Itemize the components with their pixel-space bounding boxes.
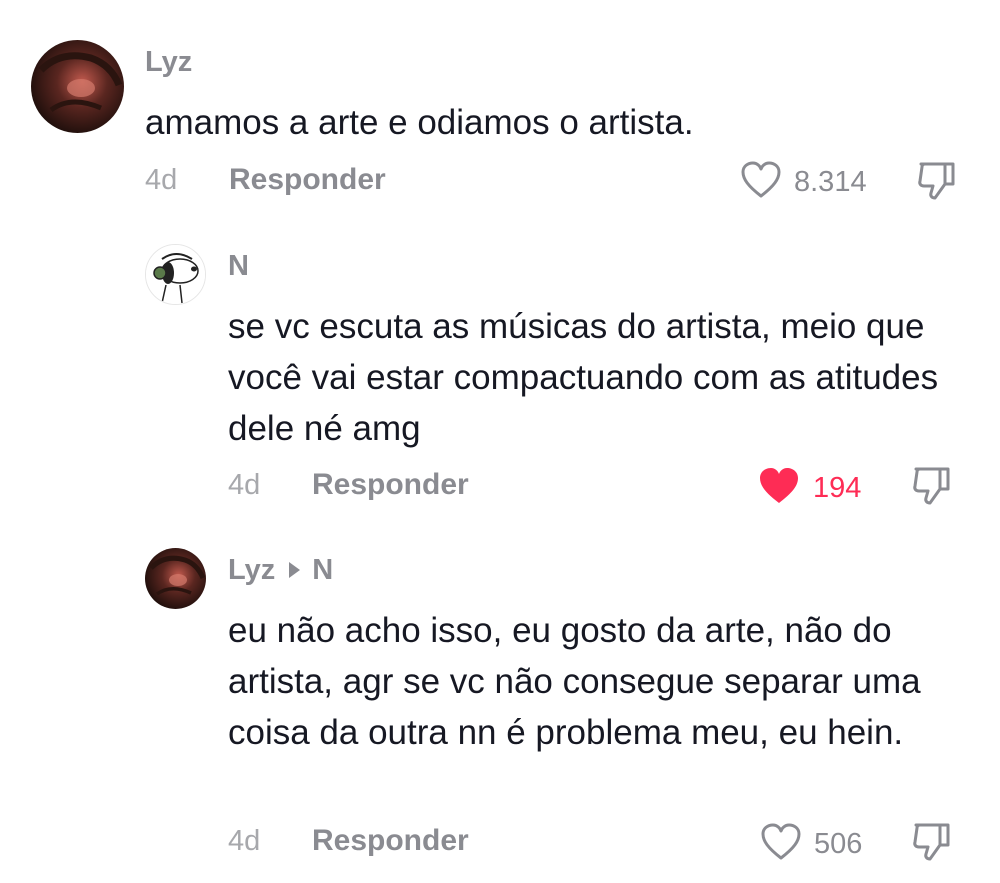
avatar[interactable] [145,548,206,609]
reply-button[interactable]: Responder [312,468,469,502]
comment-text: se vc escuta as músicas do artista, meio… [228,307,939,448]
comment-text: eu não acho isso, eu gosto da arte, não … [228,611,921,752]
username[interactable]: N [228,250,249,283]
thumbs-down-icon [915,162,959,206]
like-count: 506 [814,828,863,860]
username[interactable]: Lyz [145,46,192,79]
comment-timestamp: 4d [145,164,178,196]
thumbs-down-icon [910,823,954,867]
reply-button[interactable]: Responder [229,163,386,197]
dislike-button[interactable] [910,821,954,868]
thumbs-down-icon [910,467,954,511]
reply-to-username[interactable]: N [312,554,333,586]
username[interactable]: Lyz [228,554,275,586]
comment-timestamp: 4d [228,469,261,501]
avatar[interactable] [31,40,124,133]
like-button[interactable]: 8.314 [740,160,867,205]
comment-timestamp: 4d [228,825,261,857]
like-button[interactable]: 194 [757,466,861,511]
like-count: 8.314 [794,166,867,198]
username-with-reply: Lyz N [228,554,333,587]
triangle-right-icon [289,561,301,578]
like-button[interactable]: 506 [760,822,862,867]
comment-text: amamos a arte e odiamos o artista. [145,103,694,142]
heart-icon [760,822,802,867]
reply-button[interactable]: Responder [312,824,469,858]
heart-icon [740,160,782,205]
dislike-button[interactable] [910,465,954,512]
like-count: 194 [813,472,862,504]
dislike-button[interactable] [915,160,959,207]
avatar[interactable] [145,244,206,305]
heart-icon [757,466,801,511]
